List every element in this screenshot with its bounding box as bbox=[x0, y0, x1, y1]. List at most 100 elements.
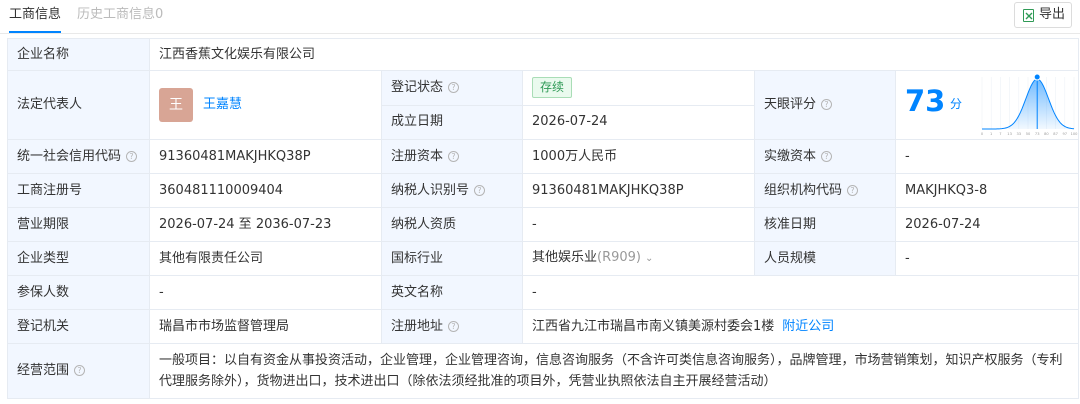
reg-status-cell: 存续 bbox=[522, 70, 755, 106]
paid-capital-label: 实缴资本 bbox=[764, 148, 817, 164]
biz-reg-no-label: 工商注册号 bbox=[7, 173, 150, 208]
chart-x-tick-label: 97 bbox=[1063, 132, 1068, 136]
table-row: 参保人数 - 英文名称 - bbox=[7, 275, 1080, 310]
help-icon[interactable]: ? bbox=[126, 150, 138, 162]
export-button[interactable]: 导出 bbox=[1014, 2, 1072, 28]
paid-capital-label-cell: 实缴资本? bbox=[754, 139, 896, 174]
address-label: 注册地址 bbox=[391, 318, 444, 334]
company-name-label: 企业名称 bbox=[7, 38, 150, 71]
biz-reg-no-value: 360481110009404 bbox=[149, 173, 382, 208]
table-row: 法定代表人 王王嘉慧 登记状态? 存续 天眼评分? 73 分 0 1 7 13 … bbox=[7, 70, 1080, 140]
export-label: 导出 bbox=[1039, 7, 1066, 22]
legal-rep-name-link[interactable]: 王嘉慧 bbox=[203, 97, 242, 112]
authority-value: 瑞昌市市场监督管理局 bbox=[149, 309, 382, 344]
help-icon[interactable]: ? bbox=[448, 150, 460, 162]
reg-status-label-cell: 登记状态? bbox=[381, 70, 523, 106]
industry-cell[interactable]: 其他娱乐业(R909) ⌄ bbox=[522, 241, 755, 276]
address-value: 江西省九江市瑞昌市南义镇美源村委会1楼 bbox=[532, 318, 775, 334]
address-label-cell: 注册地址? bbox=[381, 309, 523, 344]
score-unit: 分 bbox=[950, 97, 963, 111]
legal-rep-cell: 王王嘉慧 bbox=[149, 70, 382, 140]
scope-value: 一般项目：以自有资金从事投资活动，企业管理，企业管理咨询，信息咨询服务（不含许可… bbox=[148, 343, 1080, 399]
paid-capital-value: - bbox=[894, 139, 1080, 174]
help-icon[interactable]: ? bbox=[821, 150, 833, 162]
company-name-value: 江西香蕉文化娱乐有限公司 bbox=[148, 38, 1080, 71]
table-row: 登记机关 瑞昌市市场监督管理局 注册地址? 江西省九江市瑞昌市南义镇美源村委会1… bbox=[7, 309, 1080, 344]
chart-x-tick-label: 73 bbox=[1035, 132, 1040, 136]
help-icon[interactable]: ? bbox=[474, 184, 486, 196]
chart-x-tick-label: 80 bbox=[1044, 132, 1049, 136]
org-code-value: MAKJHKQ3-8 bbox=[894, 173, 1080, 208]
tab-divider bbox=[0, 33, 1080, 34]
english-name-label: 英文名称 bbox=[381, 275, 523, 310]
taxpayer-id-value: 91360481MAKJHKQ38P bbox=[522, 173, 755, 208]
help-icon[interactable]: ? bbox=[821, 99, 833, 110]
legal-rep-label: 法定代表人 bbox=[7, 70, 150, 140]
chart-x-tick-label: 33 bbox=[1017, 132, 1022, 136]
score-distribution-chart: 0 1 7 13 33 50 73 80 87 97 100 bbox=[981, 73, 1078, 136]
established-value: 2026-07-24 bbox=[522, 104, 755, 140]
reg-status-label: 登记状态 bbox=[391, 79, 444, 95]
business-info-table: 企业名称 江西香蕉文化娱乐有限公司 法定代表人 王王嘉慧 登记状态? 存续 天眼… bbox=[7, 38, 1080, 399]
help-icon[interactable]: ? bbox=[74, 365, 86, 376]
table-row: 统一社会信用代码? 91360481MAKJHKQ38P 注册资本? 1000万… bbox=[7, 139, 1080, 174]
chevron-down-icon[interactable]: ⌄ bbox=[645, 250, 653, 268]
insured-label: 参保人数 bbox=[7, 275, 150, 310]
chart-x-tick-label: 50 bbox=[1026, 132, 1031, 136]
english-name-value: - bbox=[521, 275, 1080, 310]
scope-label: 经营范围 bbox=[17, 363, 70, 378]
term-label: 营业期限 bbox=[7, 207, 150, 242]
established-label: 成立日期 bbox=[381, 104, 523, 140]
help-icon[interactable]: ? bbox=[847, 184, 859, 196]
chart-x-tick-label: 87 bbox=[1053, 132, 1058, 136]
industry-label: 国标行业 bbox=[381, 241, 523, 276]
reg-capital-value: 1000万人民币 bbox=[522, 139, 755, 174]
scope-label-cell: 经营范围? bbox=[7, 343, 150, 399]
tab-business-info[interactable]: 工商信息 bbox=[9, 6, 61, 24]
reg-capital-label-cell: 注册资本? bbox=[381, 139, 523, 174]
taxpayer-qual-label: 纳税人资质 bbox=[381, 207, 523, 242]
status-badge: 存续 bbox=[532, 77, 573, 99]
nearby-companies-link[interactable]: 附近公司 bbox=[782, 319, 834, 334]
industry-value: 其他娱乐业 bbox=[532, 250, 598, 265]
avatar: 王 bbox=[159, 88, 193, 122]
score-marker-dot bbox=[1033, 73, 1041, 81]
tab-history-info[interactable]: 历史工商信息0 bbox=[77, 6, 163, 24]
score-label: 天眼评分 bbox=[764, 97, 817, 112]
chart-x-tick-label: 0 bbox=[981, 132, 984, 136]
org-code-label-cell: 组织机构代码? bbox=[754, 173, 896, 208]
approval-date-label: 核准日期 bbox=[754, 207, 896, 242]
taxpayer-id-label-cell: 纳税人识别号? bbox=[381, 173, 523, 208]
table-row: 营业期限 2026-07-24 至 2036-07-23 纳税人资质 - 核准日… bbox=[7, 207, 1080, 242]
insured-value: - bbox=[149, 275, 382, 310]
score-value: 73 bbox=[905, 84, 946, 118]
excel-icon bbox=[1023, 9, 1034, 22]
score-widget[interactable]: 73 分 0 1 7 13 33 50 73 80 87 97 100 bbox=[900, 72, 1078, 139]
authority-label: 登记机关 bbox=[7, 309, 150, 344]
table-row: 工商注册号 360481110009404 纳税人识别号? 91360481MA… bbox=[7, 173, 1080, 208]
table-row: 企业类型 其他有限责任公司 国标行业 其他娱乐业(R909) ⌄ 人员规模 - bbox=[7, 241, 1080, 276]
tab-bar: 工商信息 历史工商信息0 导出 bbox=[0, 0, 1080, 36]
taxpayer-qual-value: - bbox=[522, 207, 755, 242]
staff-size-value: - bbox=[894, 241, 1080, 276]
org-code-label: 组织机构代码 bbox=[764, 182, 843, 198]
chart-x-tick-label: 100 bbox=[1071, 132, 1078, 136]
chart-x-ticks: 0 1 7 13 33 50 73 80 87 97 100 bbox=[981, 132, 1078, 136]
credit-code-value: 91360481MAKJHKQ38P bbox=[149, 139, 382, 174]
taxpayer-id-label: 纳税人识别号 bbox=[391, 182, 470, 198]
credit-code-label: 统一社会信用代码 bbox=[17, 148, 122, 164]
chart-x-tick-label: 7 bbox=[999, 132, 1001, 136]
address-cell: 江西省九江市瑞昌市南义镇美源村委会1楼 附近公司 bbox=[521, 309, 1080, 344]
staff-size-label: 人员规模 bbox=[754, 241, 896, 276]
score-label-cell: 天眼评分? bbox=[754, 70, 896, 140]
approval-date-value: 2026-07-24 bbox=[894, 207, 1080, 242]
help-icon[interactable]: ? bbox=[448, 81, 460, 93]
help-icon[interactable]: ? bbox=[448, 320, 460, 332]
company-type-value: 其他有限责任公司 bbox=[149, 241, 382, 276]
company-type-label: 企业类型 bbox=[7, 241, 150, 276]
table-row: 经营范围? 一般项目：以自有资金从事投资活动，企业管理，企业管理咨询，信息咨询服… bbox=[7, 343, 1080, 399]
chart-x-tick-label: 13 bbox=[1007, 132, 1012, 136]
term-value: 2026-07-24 至 2036-07-23 bbox=[149, 207, 382, 242]
reg-capital-label: 注册资本 bbox=[391, 148, 444, 164]
score-cell[interactable]: 73 分 0 1 7 13 33 50 73 80 87 97 100 bbox=[894, 70, 1080, 140]
